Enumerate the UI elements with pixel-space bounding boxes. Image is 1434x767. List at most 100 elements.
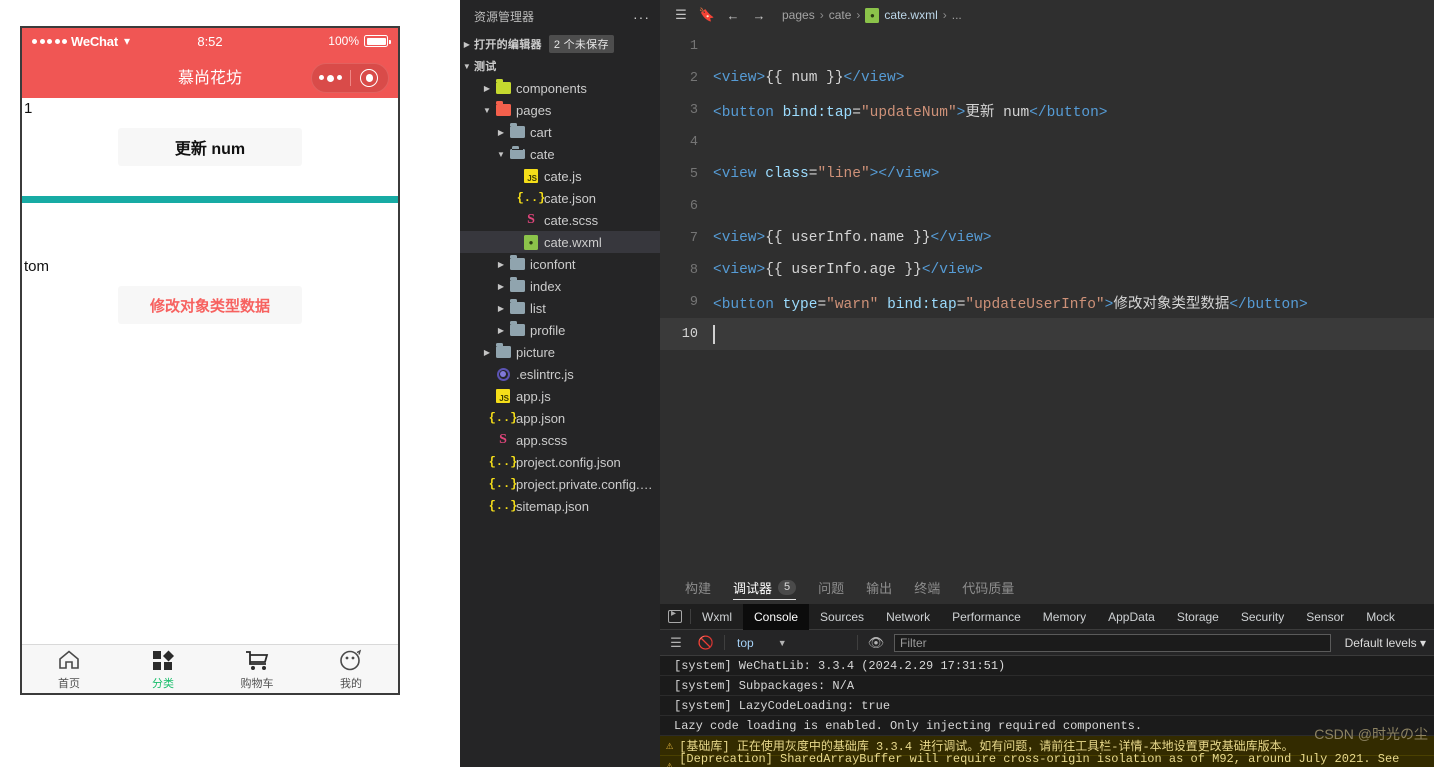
clear-console-icon[interactable]: 🚫 <box>694 635 718 651</box>
console-context-selector[interactable]: top ▼ <box>731 636 851 650</box>
tree-file-app-json[interactable]: ▶{..}app.json <box>460 407 660 429</box>
code-content[interactable]: 1 2 <view>{{ num }}</view> 3 <button bind:ta… <box>660 30 1434 570</box>
devtools-tab-appdata[interactable]: AppData <box>1097 604 1166 630</box>
panel-tab-4[interactable]: 终端 <box>903 570 951 604</box>
chevron-right-icon[interactable]: ▶ <box>480 84 494 93</box>
line-number: 6 <box>689 198 698 214</box>
chevron-right-icon[interactable]: ▶ <box>494 304 508 313</box>
line-number: 5 <box>689 166 698 182</box>
json-icon: {..} <box>488 499 518 513</box>
update-userinfo-button[interactable]: 修改对象类型数据 <box>118 286 302 324</box>
devtools-tab-security[interactable]: Security <box>1230 604 1295 630</box>
breadcrumb-pages[interactable]: pages <box>782 8 815 22</box>
more-dots-icon[interactable] <box>312 74 350 82</box>
open-editors-row[interactable]: ▶ 打开的编辑器 2 个未保存 <box>460 33 660 55</box>
chevron-right-icon[interactable]: ▶ <box>494 326 508 335</box>
tree-folder-iconfont[interactable]: ▶ iconfont <box>460 253 660 275</box>
breadcrumb-cate[interactable]: cate <box>829 8 852 22</box>
code-line[interactable]: 10 <box>660 318 1434 350</box>
chevron-down-icon[interactable]: ▼ <box>480 106 494 115</box>
tree-file-app-scss[interactable]: ▶Sapp.scss <box>460 429 660 451</box>
code-line[interactable]: 9 <button type="warn" bind:tap="updateUse… <box>660 286 1434 318</box>
tree-file-cate-json[interactable]: ▶{..}cate.json <box>460 187 660 209</box>
capsule-button[interactable] <box>311 63 389 93</box>
tabbar-item-profile[interactable]: 我的 <box>304 647 398 691</box>
code-line[interactable]: 3 <button bind:tap="updateNum">更新 num</bu… <box>660 94 1434 126</box>
tree-folder-index[interactable]: ▶ index <box>460 275 660 297</box>
tree-folder-profile[interactable]: ▶ profile <box>460 319 660 341</box>
tree-file-cate-scss[interactable]: ▶Scate.scss <box>460 209 660 231</box>
code-line[interactable]: 2 <view>{{ num }}</view> <box>660 62 1434 94</box>
folder-icon <box>508 299 526 314</box>
chevron-right-icon[interactable]: ▶ <box>480 348 494 357</box>
arrow-left-icon[interactable]: ← <box>720 8 746 23</box>
code-line[interactable]: 7 <view>{{ userInfo.name }}</view> <box>660 222 1434 254</box>
devtools-tab-sources[interactable]: Sources <box>809 604 875 630</box>
tree-item-label: pages <box>516 102 552 118</box>
console-log-list[interactable]: [system] WeChatLib: 3.3.4 (2024.2.29 17:… <box>660 656 1434 767</box>
panel-tab-2[interactable]: 问题 <box>807 570 855 604</box>
devtools-tab-performance[interactable]: Performance <box>941 604 1032 630</box>
scss-icon: S <box>527 212 535 227</box>
panel-tab-1[interactable]: 调试器 5 <box>722 570 807 604</box>
tree-file--eslintrc-js[interactable]: ▶.eslintrc.js <box>460 363 660 385</box>
console-levels-label: Default levels <box>1344 635 1417 650</box>
devtools-tab-mock[interactable]: Mock <box>1355 604 1406 630</box>
tree-item-label: components <box>516 80 587 96</box>
code-line[interactable]: 1 <box>660 30 1434 62</box>
show-console-sidebar-icon[interactable]: ☰ <box>664 635 688 651</box>
tabbar-item-category[interactable]: 分类 <box>116 647 210 691</box>
panel-tab-3[interactable]: 输出 <box>855 570 903 604</box>
tree-item-label: cart <box>530 124 552 140</box>
panel-tab-0[interactable]: 构建 <box>674 570 722 604</box>
tree-folder-cate[interactable]: ▼ cate <box>460 143 660 165</box>
breadcrumb-file[interactable]: cate.wxml <box>884 8 937 22</box>
breadcrumb-sep: › <box>856 8 861 22</box>
tree-file-cate-wxml[interactable]: ▶●cate.wxml <box>460 231 660 253</box>
tree-item-label: iconfont <box>530 256 576 272</box>
tabbar-item-cart[interactable]: 购物车 <box>210 647 304 691</box>
chevron-right-icon[interactable]: ▶ <box>460 40 474 49</box>
chevron-down-icon[interactable]: ▼ <box>494 150 508 159</box>
tree-folder-pages[interactable]: ▼ pages <box>460 99 660 121</box>
update-num-button[interactable]: 更新 num <box>118 128 302 166</box>
code-line[interactable]: 5 <view class="line"></view> <box>660 158 1434 190</box>
console-filter-input[interactable] <box>894 633 1331 652</box>
inspect-element-icon[interactable] <box>660 608 690 623</box>
breadcrumb-more[interactable]: ... <box>952 8 962 22</box>
tree-folder-components[interactable]: ▶ components <box>460 77 660 99</box>
tree-file-app-js[interactable]: ▶JSapp.js <box>460 385 660 407</box>
chevron-down-icon[interactable]: ▼ <box>460 62 474 71</box>
chevron-right-icon[interactable]: ▶ <box>494 282 508 291</box>
ellipsis-icon[interactable]: ··· <box>633 9 650 25</box>
tabbar-item-home[interactable]: 首页 <box>22 647 116 691</box>
code-line[interactable]: 6 <box>660 190 1434 222</box>
devtools-tab-memory[interactable]: Memory <box>1032 604 1097 630</box>
devtools-tab-network[interactable]: Network <box>875 604 941 630</box>
bookmark-icon[interactable]: 🔖 <box>694 7 720 23</box>
tree-file-project-config-json[interactable]: ▶{..}project.config.json <box>460 451 660 473</box>
console-levels-dropdown[interactable]: Default levels ▾ <box>1337 636 1434 650</box>
code-line[interactable]: 8 <view>{{ userInfo.age }}</view> <box>660 254 1434 286</box>
devtools-tab-wxml[interactable]: Wxml <box>691 604 743 630</box>
live-expression-icon[interactable]: 👁 <box>864 635 888 651</box>
devtools-tab-sensor[interactable]: Sensor <box>1295 604 1355 630</box>
list-icon[interactable]: ☰ <box>668 7 694 23</box>
tree-file-project-private-config-js---[interactable]: ▶{..}project.private.config.js... <box>460 473 660 495</box>
tree-folder-list[interactable]: ▶ list <box>460 297 660 319</box>
devtools-tab-console[interactable]: Console <box>743 603 810 630</box>
json-icon: {..} <box>488 455 518 469</box>
wxml-icon: ● <box>865 7 880 23</box>
panel-tab-5[interactable]: 代码质量 <box>951 570 1025 604</box>
chevron-right-icon[interactable]: ▶ <box>494 260 508 269</box>
project-root-row[interactable]: ▼ 测试 <box>460 55 660 77</box>
target-icon[interactable] <box>350 69 388 87</box>
code-line[interactable]: 4 <box>660 126 1434 158</box>
tree-file-cate-js[interactable]: ▶JScate.js <box>460 165 660 187</box>
tree-file-sitemap-json[interactable]: ▶{..}sitemap.json <box>460 495 660 517</box>
arrow-right-icon[interactable]: → <box>746 8 772 23</box>
tree-folder-picture[interactable]: ▶ picture <box>460 341 660 363</box>
chevron-right-icon[interactable]: ▶ <box>494 128 508 137</box>
devtools-tab-storage[interactable]: Storage <box>1166 604 1230 630</box>
tree-folder-cart[interactable]: ▶ cart <box>460 121 660 143</box>
